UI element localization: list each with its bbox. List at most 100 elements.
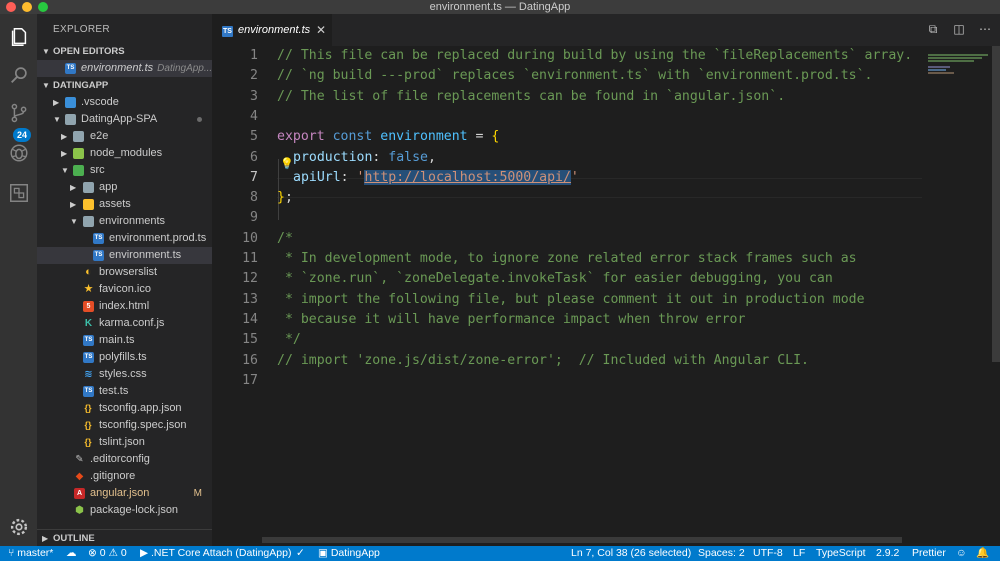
explorer-icon[interactable] [6, 24, 31, 49]
chevron-right-icon: ▶ [61, 149, 68, 158]
cursor-position[interactable]: Ln 7, Col 38 (26 selected) [571, 546, 691, 561]
code-line: export const environment = { [277, 129, 500, 145]
settings-gear-icon[interactable] [6, 514, 31, 539]
sync-icon[interactable]: ☁ [66, 546, 77, 561]
line-number: 7 [250, 169, 258, 185]
line-number: 13 [242, 291, 258, 307]
tree-item-tslint[interactable]: {} tslint.json [37, 434, 212, 451]
extensions-icon[interactable] [6, 180, 31, 205]
line-number: 15 [242, 332, 258, 348]
indentation[interactable]: Spaces: 2 [698, 546, 745, 561]
code-line: /* [277, 230, 293, 246]
line-number: 3 [250, 88, 258, 104]
folder-icon [83, 182, 94, 193]
tree-item-node-modules[interactable]: ▶ node_modules [37, 145, 212, 162]
tree-item-browserslist[interactable]: ◐ browserslist [37, 264, 212, 281]
chevron-right-icon: ▶ [70, 183, 77, 192]
tree-item-environment-prod-ts[interactable]: TS environment.prod.ts [37, 230, 212, 247]
notifications-icon[interactable]: 🔔 [976, 546, 989, 561]
explorer-sidebar: EXPLORER ▼ OPEN EDITORS TS environment.t… [37, 14, 212, 546]
tree-item-src[interactable]: ▼ src [37, 162, 212, 179]
status-bar: ⑂ master* ☁ ⊗ 0 ⚠ 0 ▶ .NET Core Attach (… [0, 546, 1000, 561]
title-bar: environment.ts — DatingApp [0, 0, 1000, 14]
open-editor-item[interactable]: TS environment.ts DatingApp... [37, 60, 212, 77]
split-editor-icon[interactable]: ◫ [952, 22, 966, 36]
tree-item-vscode[interactable]: ▶ .vscode [37, 94, 212, 111]
code-line: * because it will have performance impac… [277, 311, 746, 327]
lightbulb-icon[interactable]: 💡 [280, 157, 294, 170]
activity-bar: 24 [0, 14, 37, 546]
feedback-icon[interactable]: ☺ [956, 546, 967, 561]
workspace-header[interactable]: ▼ DATINGAPP [37, 77, 212, 94]
language-mode[interactable]: TypeScript [816, 546, 866, 561]
search-icon[interactable] [6, 62, 31, 87]
ts-version[interactable]: 2.9.2 [876, 546, 899, 561]
tab-bar: TS environment.ts ✕ ⧉ ◫ ⋯ [212, 14, 1000, 46]
tree-item-karma-conf[interactable]: K karma.conf.js [37, 315, 212, 332]
angular-icon: A [74, 488, 85, 499]
line-number: 9 [250, 210, 258, 226]
chevron-down-icon: ▼ [42, 81, 50, 90]
tree-item-environment-ts[interactable]: TS environment.ts [37, 247, 212, 264]
tab-environment-ts[interactable]: TS environment.ts ✕ [212, 14, 332, 46]
encoding[interactable]: UTF-8 [753, 546, 783, 561]
debug-icon[interactable] [6, 140, 31, 165]
more-actions-icon[interactable]: ⋯ [978, 22, 992, 36]
line-number: 10 [242, 230, 258, 246]
vertical-scrollbar[interactable] [992, 46, 1000, 362]
chevron-down-icon: ▼ [42, 47, 50, 56]
horizontal-scrollbar[interactable] [262, 537, 902, 543]
folder-open-icon [83, 216, 94, 227]
html-file-icon: 5 [83, 301, 94, 312]
tree-item-e2e[interactable]: ▶ e2e [37, 128, 212, 145]
modified-dot [197, 117, 202, 122]
tree-item-app[interactable]: ▶ app [37, 179, 212, 196]
tree-item-package-lock[interactable]: ⬢ package-lock.json [37, 502, 212, 519]
browserslist-icon: ◐ [85, 266, 92, 278]
code-editor[interactable]: 1 2 3 4 5 6 7 8 9 10 11 12 13 14 15 16 1… [212, 46, 924, 546]
line-endings[interactable]: LF [793, 546, 805, 561]
close-icon[interactable]: ✕ [316, 23, 326, 37]
json-file-icon: {} [84, 420, 92, 430]
tree-item-styles-css[interactable]: ≋ styles.css [37, 366, 212, 383]
tree-item-polyfills-ts[interactable]: TS polyfills.ts [37, 349, 212, 366]
tree-item-test-ts[interactable]: TS test.ts [37, 383, 212, 400]
open-changes-icon[interactable]: ⧉ [926, 22, 940, 36]
window-title: environment.ts — DatingApp [429, 1, 571, 13]
folder-indicator[interactable]: ▣ DatingApp [318, 546, 380, 561]
typescript-file-icon: TS [222, 26, 233, 37]
run-icon[interactable]: ✓ [296, 546, 305, 561]
chevron-right-icon: ▶ [70, 200, 77, 209]
tree-item-favicon[interactable]: ★ favicon.ico [37, 281, 212, 298]
tree-item-datingapp-spa[interactable]: ▼ DatingApp-SPA [37, 111, 212, 128]
tree-item-index-html[interactable]: 5 index.html [37, 298, 212, 315]
tree-item-angular-json[interactable]: A angular.json M [37, 485, 212, 502]
chevron-down-icon: ▼ [61, 166, 69, 175]
outline-header[interactable]: ▶ OUTLINE [37, 529, 212, 546]
source-control-icon[interactable] [6, 100, 31, 125]
prettier-status[interactable]: Prettier [912, 546, 946, 561]
tree-item-main-ts[interactable]: TS main.ts [37, 332, 212, 349]
minimap[interactable] [926, 46, 992, 546]
debug-config[interactable]: ▶ .NET Core Attach (DatingApp) [140, 546, 291, 561]
folder-open-icon [65, 114, 76, 125]
tree-item-editorconfig[interactable]: ✎ .editorconfig [37, 451, 212, 468]
tree-item-environments[interactable]: ▼ environments [37, 213, 212, 230]
node-folder-icon [73, 148, 84, 159]
folder-icon [65, 97, 76, 108]
open-editors-header[interactable]: ▼ OPEN EDITORS [37, 43, 212, 60]
problems-indicator[interactable]: ⊗ 0 ⚠ 0 [88, 546, 127, 561]
line-number: 1 [250, 48, 258, 63]
git-branch[interactable]: ⑂ master* [8, 546, 53, 561]
tree-item-tsconfig-spec[interactable]: {} tsconfig.spec.json [37, 417, 212, 434]
folder-open-icon [73, 165, 84, 176]
karma-icon: K [84, 318, 93, 329]
tree-item-assets[interactable]: ▶ assets [37, 196, 212, 213]
tree-item-gitignore[interactable]: ◆ .gitignore [37, 468, 212, 485]
chevron-down-icon: ▼ [70, 217, 78, 226]
folder-icon [83, 199, 94, 210]
tree-item-tsconfig-app[interactable]: {} tsconfig.app.json [37, 400, 212, 417]
git-icon: ◆ [75, 471, 84, 482]
editor-actions: ⧉ ◫ ⋯ [926, 22, 992, 37]
line-number: 17 [242, 372, 258, 388]
